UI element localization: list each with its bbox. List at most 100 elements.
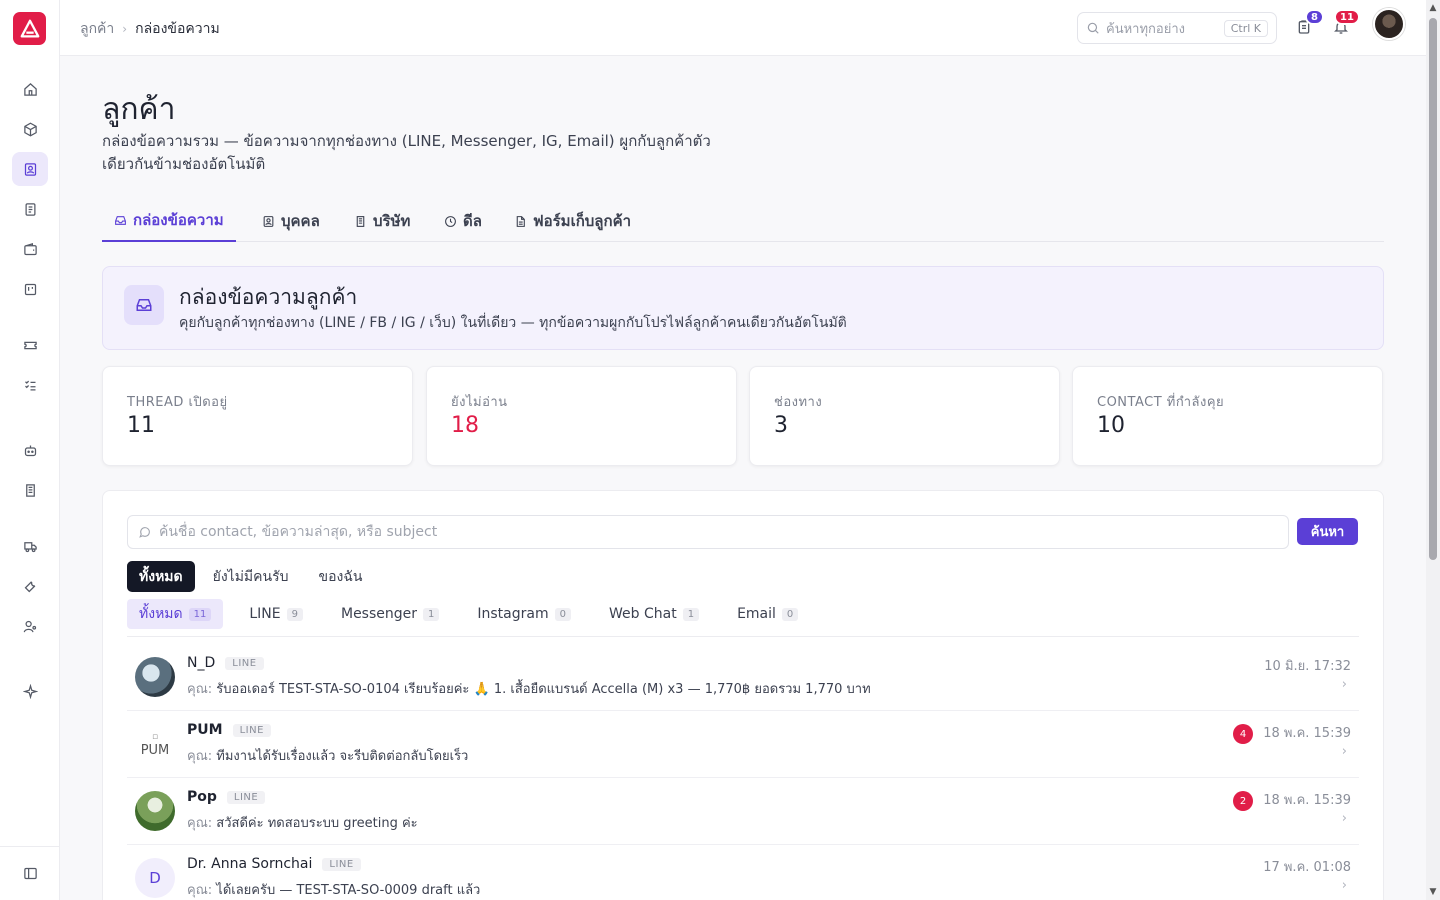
sidebar-item-home[interactable] — [12, 72, 48, 106]
sidebar-item-tickets[interactable] — [12, 328, 48, 362]
contact-avatar — [135, 657, 175, 697]
tab-label: ฟอร์มเก็บลูกค้า — [533, 212, 632, 230]
tab-lead-forms[interactable]: ฟอร์มเก็บลูกค้า — [502, 200, 643, 242]
contact-name: Dr. Anna Sornchai LINE — [187, 856, 361, 872]
chevron-right-icon: › — [1341, 677, 1347, 692]
thread-time: 18 พ.ค. 15:39 — [1263, 726, 1351, 741]
global-search[interactable]: ค้นหาทุกอย่าง Ctrl K — [1077, 12, 1277, 44]
scroll-thumb[interactable] — [1429, 18, 1437, 560]
stat-unread: ยังไม่อ่าน 18 — [426, 366, 737, 466]
file-icon — [516, 215, 525, 227]
tab-deals[interactable]: ดีล — [432, 200, 494, 242]
thread-row[interactable]: N_D LINE คุณ: รับออเดอร์ TEST-STA-SO-0104… — [127, 645, 1359, 711]
invoice-icon — [25, 202, 35, 216]
clock-icon — [445, 215, 456, 227]
sidebar-toggle-icon — [23, 867, 37, 879]
channel-chip-all[interactable]: ทั้งหมด 11 — [127, 599, 224, 629]
truck-icon — [23, 541, 37, 552]
page-title: ลูกค้า — [102, 92, 176, 127]
sidebar-item-organization[interactable] — [12, 473, 48, 507]
sidebar-item-shipping[interactable] — [12, 529, 48, 563]
thread-time: 10 มิ.ย. 17:32 — [1264, 659, 1351, 674]
ticket-icon — [23, 341, 37, 349]
sidebar-item-ai[interactable] — [12, 674, 48, 708]
chevron-right-icon: › — [1341, 878, 1347, 893]
sidebar-item-products[interactable] — [12, 112, 48, 146]
sender-prefix: คุณ: — [187, 749, 213, 764]
scroll-up-icon[interactable]: ▲ — [1428, 3, 1438, 13]
filter-unassigned[interactable]: ยังไม่มีคนรับ — [201, 561, 301, 592]
sidebar-item-finance[interactable] — [12, 192, 48, 226]
app-logo[interactable] — [13, 12, 46, 45]
thread-time: 17 พ.ค. 01:08 — [1263, 860, 1351, 875]
last-message: คุณ: สวัสดีค่ะ ทดสอบระบบ greeting ค่ะ — [187, 812, 418, 833]
contact-name: N_D LINE — [187, 655, 264, 671]
channel-chip-instagram[interactable]: Instagram 0 — [465, 599, 583, 629]
inbox-icon — [124, 285, 164, 325]
inbox-icon — [115, 215, 126, 225]
chip-label: Messenger — [340, 606, 418, 622]
page-description: กล่องข้อความรวม — ข้อความจากทุกช่องทาง (… — [102, 132, 711, 173]
contact-icon — [24, 162, 36, 176]
contact-name-text: N_D — [187, 655, 216, 671]
stat-value: 10 — [1097, 413, 1125, 438]
search-button[interactable]: ค้นหา — [1297, 518, 1358, 545]
page-scrollbar[interactable]: ▲ ▼ — [1426, 0, 1440, 900]
sidebar-item-kanban[interactable] — [12, 272, 48, 306]
sidebar-item-customers[interactable] — [12, 152, 48, 186]
chip-count: 9 — [286, 607, 303, 621]
thread-row[interactable]: D Dr. Anna Sornchai LINE คุณ: ได้เลยครับ … — [127, 846, 1359, 900]
thread-search-placeholder: ค้นชื่อ contact, ข้อความล่าสุด, หรือ sub… — [159, 524, 438, 540]
channel-chip-messenger[interactable]: Messenger 1 — [329, 599, 451, 629]
hero-title: กล่องข้อความลูกค้า — [179, 285, 358, 309]
user-avatar[interactable] — [1373, 8, 1405, 40]
chevron-right-icon: › — [1341, 811, 1347, 826]
message-text: รับออเดอร์ TEST-STA-SO-0104 เรียบร้อยค่ะ… — [216, 682, 871, 697]
contact-name: PUM LINE — [187, 722, 271, 738]
sidebar-item-tools[interactable] — [12, 569, 48, 603]
scroll-down-icon[interactable]: ▼ — [1428, 887, 1438, 897]
chip-count: 0 — [781, 607, 799, 621]
tasks-button[interactable]: 8 — [1293, 9, 1324, 38]
contact-name: Pop LINE — [187, 789, 266, 805]
thread-row[interactable]: Pop LINE คุณ: สวัสดีค่ะ ทดสอบระบบ greetin… — [127, 779, 1359, 845]
thread-time: 18 พ.ค. 15:39 — [1263, 793, 1351, 808]
sidebar-item-users[interactable] — [12, 609, 48, 643]
sidebar-item-tasks[interactable] — [12, 368, 48, 402]
wrench-icon — [24, 580, 35, 592]
chevron-right-icon: › — [122, 22, 128, 36]
tab-people[interactable]: บุคคล — [250, 200, 332, 242]
sidebar-collapse-button[interactable] — [12, 856, 48, 890]
channel-tag: LINE — [226, 790, 266, 804]
channel-chip-line[interactable]: LINE 9 — [237, 599, 315, 629]
breadcrumb-current: กล่องข้อความ — [135, 21, 220, 37]
breadcrumb-parent[interactable]: ลูกค้า — [80, 18, 114, 40]
sparkle-icon — [22, 683, 38, 699]
global-search-placeholder: ค้นหาทุกอย่าง — [1106, 21, 1185, 37]
channel-tag: LINE — [232, 723, 271, 737]
channel-tag: LINE — [322, 857, 361, 871]
chip-count: 11 — [188, 607, 212, 621]
notifications-badge: 11 — [1334, 9, 1360, 25]
contact-avatar-initial: D — [135, 858, 175, 898]
filter-mine[interactable]: ของฉัน — [307, 561, 375, 592]
sidebar-item-wallet[interactable] — [12, 232, 48, 266]
channel-tag: LINE — [225, 656, 264, 670]
tab-companies[interactable]: บริษัท — [342, 200, 422, 242]
stat-value: 18 — [451, 413, 479, 438]
channel-chip-webchat[interactable]: Web Chat 1 — [597, 599, 711, 629]
bot-icon — [24, 445, 36, 456]
home-icon — [23, 82, 37, 96]
contact-name-text: Pop — [187, 789, 217, 805]
stat-value: 3 — [774, 413, 788, 438]
sidebar-item-bot[interactable] — [12, 433, 48, 467]
thread-search-input[interactable]: ค้นชื่อ contact, ข้อความล่าสุด, หรือ sub… — [127, 515, 1289, 549]
notifications-button[interactable]: 11 — [1330, 9, 1360, 38]
channel-chip-email[interactable]: Email 0 — [725, 599, 810, 629]
chip-label: Email — [737, 606, 776, 622]
filter-all[interactable]: ทั้งหมด — [127, 561, 195, 592]
thread-row[interactable]: ▫ PUM PUM LINE คุณ: ทีมงานได้รับเรื่องแล้ว… — [127, 712, 1359, 778]
tab-inbox[interactable]: กล่องข้อความ — [102, 200, 236, 242]
message-text: ได้เลยครับ — TEST-STA-SO-0009 draft แล้ว — [216, 883, 481, 898]
stat-channels: ช่องทาง 3 — [749, 366, 1060, 466]
